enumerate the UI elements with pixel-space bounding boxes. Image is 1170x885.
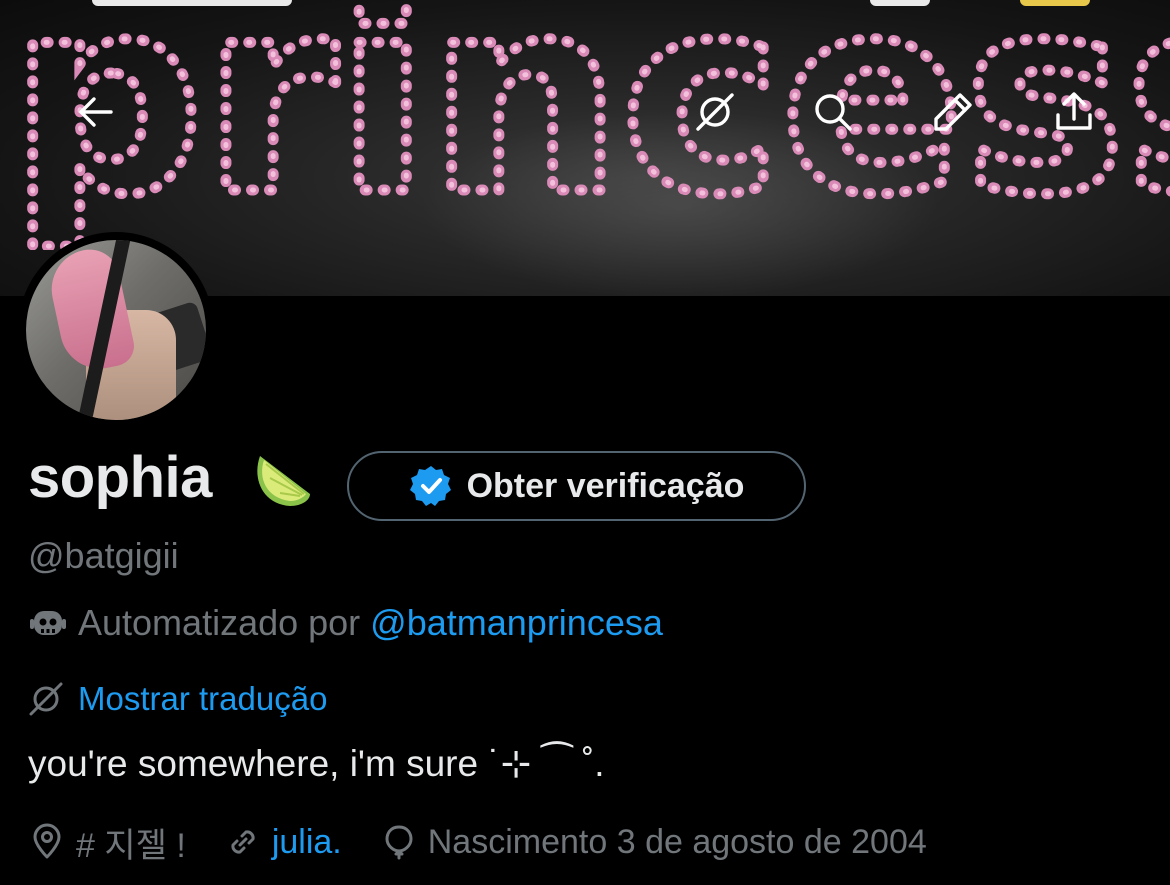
location-item: # 지젤 !: [28, 818, 186, 867]
avatar[interactable]: [18, 232, 214, 428]
avatar-photo: [26, 240, 206, 420]
share-button[interactable]: [1034, 72, 1114, 152]
status-signal-fragment: [870, 0, 930, 6]
banner-word-sparkle: princess: [10, 0, 1170, 250]
location-pin-icon: [33, 823, 61, 859]
arrow-left-icon: [79, 97, 113, 127]
username-handle: @batgigii: [28, 535, 179, 576]
automated-prefix: Automatizado por: [78, 602, 361, 643]
verified-badge-icon: [409, 466, 451, 506]
website-link[interactable]: julia.: [272, 823, 342, 862]
translate-button[interactable]: [675, 72, 755, 152]
birth-item: Nascimento 3 de agosto de 2004: [380, 823, 927, 862]
profile-meta-row: # 지젤 ! julia. Nascimento 3 de agosto de …: [28, 818, 965, 866]
get-verified-button[interactable]: Obter verificação: [347, 451, 806, 521]
translate-icon: [29, 682, 63, 716]
search-icon: [815, 94, 852, 131]
balloon-icon: [385, 825, 413, 860]
automated-label-row: Automatizado por @batmanprincesa: [28, 601, 663, 645]
bot-icon: [30, 611, 66, 635]
pencil-icon: [934, 93, 972, 131]
search-button[interactable]: [793, 72, 873, 152]
location-text: # 지젤 !: [76, 826, 186, 865]
share-icon: [1056, 92, 1092, 130]
website-item[interactable]: julia.: [224, 823, 342, 862]
edit-button[interactable]: [913, 72, 993, 152]
automated-by-link[interactable]: @batmanprincesa: [370, 602, 663, 644]
back-button[interactable]: [56, 72, 136, 152]
translate-icon: [696, 93, 734, 131]
battery-icon: [1020, 0, 1090, 6]
show-translation-link[interactable]: Mostrar tradução: [28, 677, 327, 721]
display-name: sophia: [28, 445, 212, 510]
get-verified-label: Obter verificação: [466, 466, 745, 505]
profile-bio: you're somewhere, i'm sure ˙⊹ ⁀ ˚.: [28, 743, 605, 784]
link-icon: [231, 830, 255, 854]
show-translation-label: Mostrar tradução: [78, 680, 328, 717]
banner-rhinestone-lettering: princess princess: [10, 0, 1170, 250]
status-bar: [0, 0, 1170, 8]
birth-date-text: Nascimento 3 de agosto de 2004: [427, 822, 927, 861]
lime-icon: [257, 456, 310, 506]
status-time-fragment: [92, 0, 292, 6]
